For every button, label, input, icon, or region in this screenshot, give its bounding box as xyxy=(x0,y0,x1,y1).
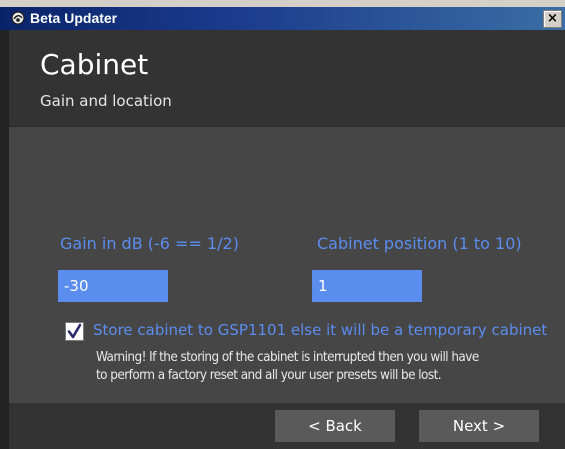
position-input[interactable]: 1 xyxy=(312,270,422,302)
app-icon xyxy=(11,11,25,25)
window-frame-left xyxy=(0,30,9,449)
gain-label: Gain in dB (-6 == 1/2) xyxy=(60,234,239,253)
checkmark-icon xyxy=(67,323,82,339)
store-checkbox[interactable] xyxy=(65,322,84,341)
page-title: Cabinet xyxy=(40,48,149,81)
gain-input[interactable]: -30 xyxy=(58,270,168,302)
warning-text: Warning! If the storing of the cabinet i… xyxy=(96,349,556,385)
store-checkbox-label[interactable]: Store cabinet to GSP1101 else it will be… xyxy=(93,321,547,339)
wizard-header: Cabinet Gain and location xyxy=(9,30,565,127)
warning-line-1: Warning! If the storing of the cabinet i… xyxy=(96,350,479,365)
close-button[interactable]: × xyxy=(543,10,562,28)
back-button[interactable]: < Back xyxy=(275,410,395,442)
next-button[interactable]: Next > xyxy=(419,410,539,442)
warning-line-2: to perform a factory reset and all your … xyxy=(96,368,442,383)
desktop-strip xyxy=(0,0,565,7)
title-bar[interactable]: Beta Updater × xyxy=(0,7,565,31)
close-icon: × xyxy=(547,11,558,26)
window-title: Beta Updater xyxy=(30,10,118,26)
position-label: Cabinet position (1 to 10) xyxy=(317,234,522,253)
page-subtitle: Gain and location xyxy=(40,92,172,110)
